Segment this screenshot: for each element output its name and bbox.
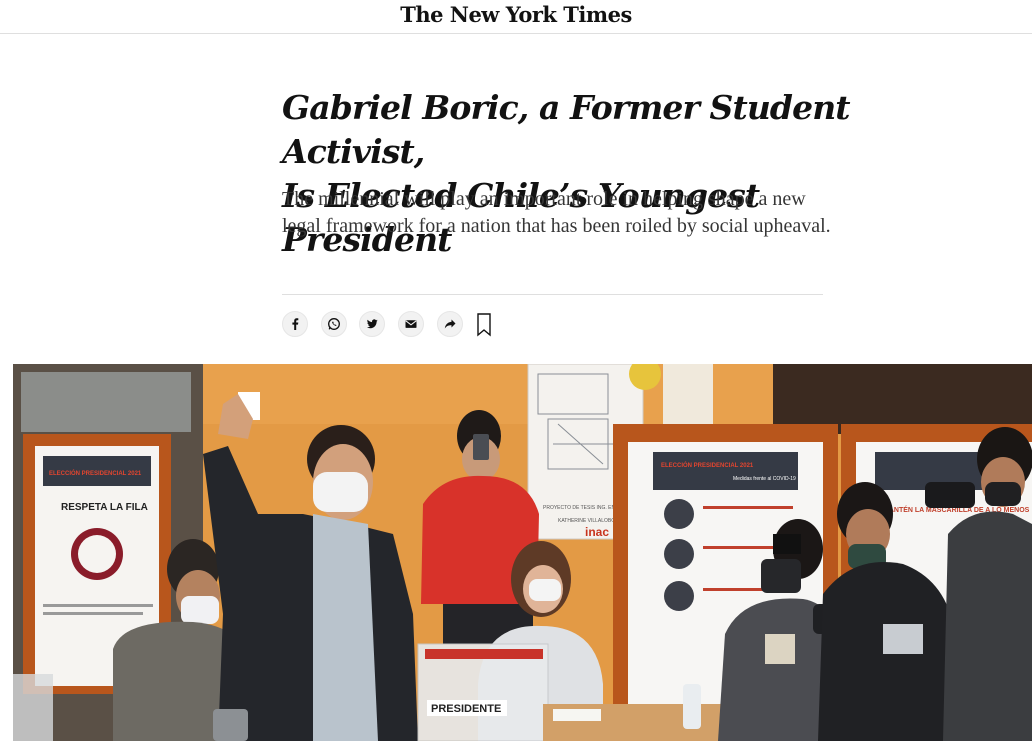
article-summary: The millennial will play an important ro… [282, 188, 831, 237]
share-arrow-icon [443, 317, 457, 331]
email-share-button[interactable] [398, 311, 424, 337]
left-poster-title: RESPETA LA FILA [61, 502, 148, 513]
save-bookmark-button[interactable] [476, 313, 492, 337]
facebook-icon [288, 317, 302, 331]
bookmark-icon [476, 313, 492, 341]
map-author: KATHERINE VILLALOBOS [558, 518, 619, 524]
divider [282, 294, 823, 295]
email-icon [404, 317, 418, 331]
whatsapp-icon [327, 317, 341, 331]
nyt-logo[interactable]: The New York Times [0, 2, 1032, 27]
inac-logo: inac [585, 525, 609, 539]
twitter-icon [365, 317, 379, 331]
article-lead-photo: PROYECTO DE TESIS ING. EN CALIDAD Y AMBI… [13, 364, 1032, 741]
headline-line-1: Gabriel Boric, a Former Student Activist… [282, 88, 851, 171]
left-poster-header: ELECCIÓN PRESIDENCIAL 2021 [49, 469, 142, 477]
photo-illustration: PROYECTO DE TESIS ING. EN CALIDAD Y AMBI… [13, 364, 1032, 741]
facebook-share-button[interactable] [282, 311, 308, 337]
ballot-box-label: PRESIDENTE [431, 703, 501, 715]
right-poster-header: ELECCIÓN PRESIDENCIAL 2021 [661, 461, 754, 469]
whatsapp-share-button[interactable] [321, 311, 347, 337]
more-share-button[interactable] [437, 311, 463, 337]
masthead: The New York Times [0, 0, 1032, 34]
twitter-share-button[interactable] [359, 311, 385, 337]
right-poster-subheader: Medidas frente al COVID-19 [733, 476, 796, 482]
